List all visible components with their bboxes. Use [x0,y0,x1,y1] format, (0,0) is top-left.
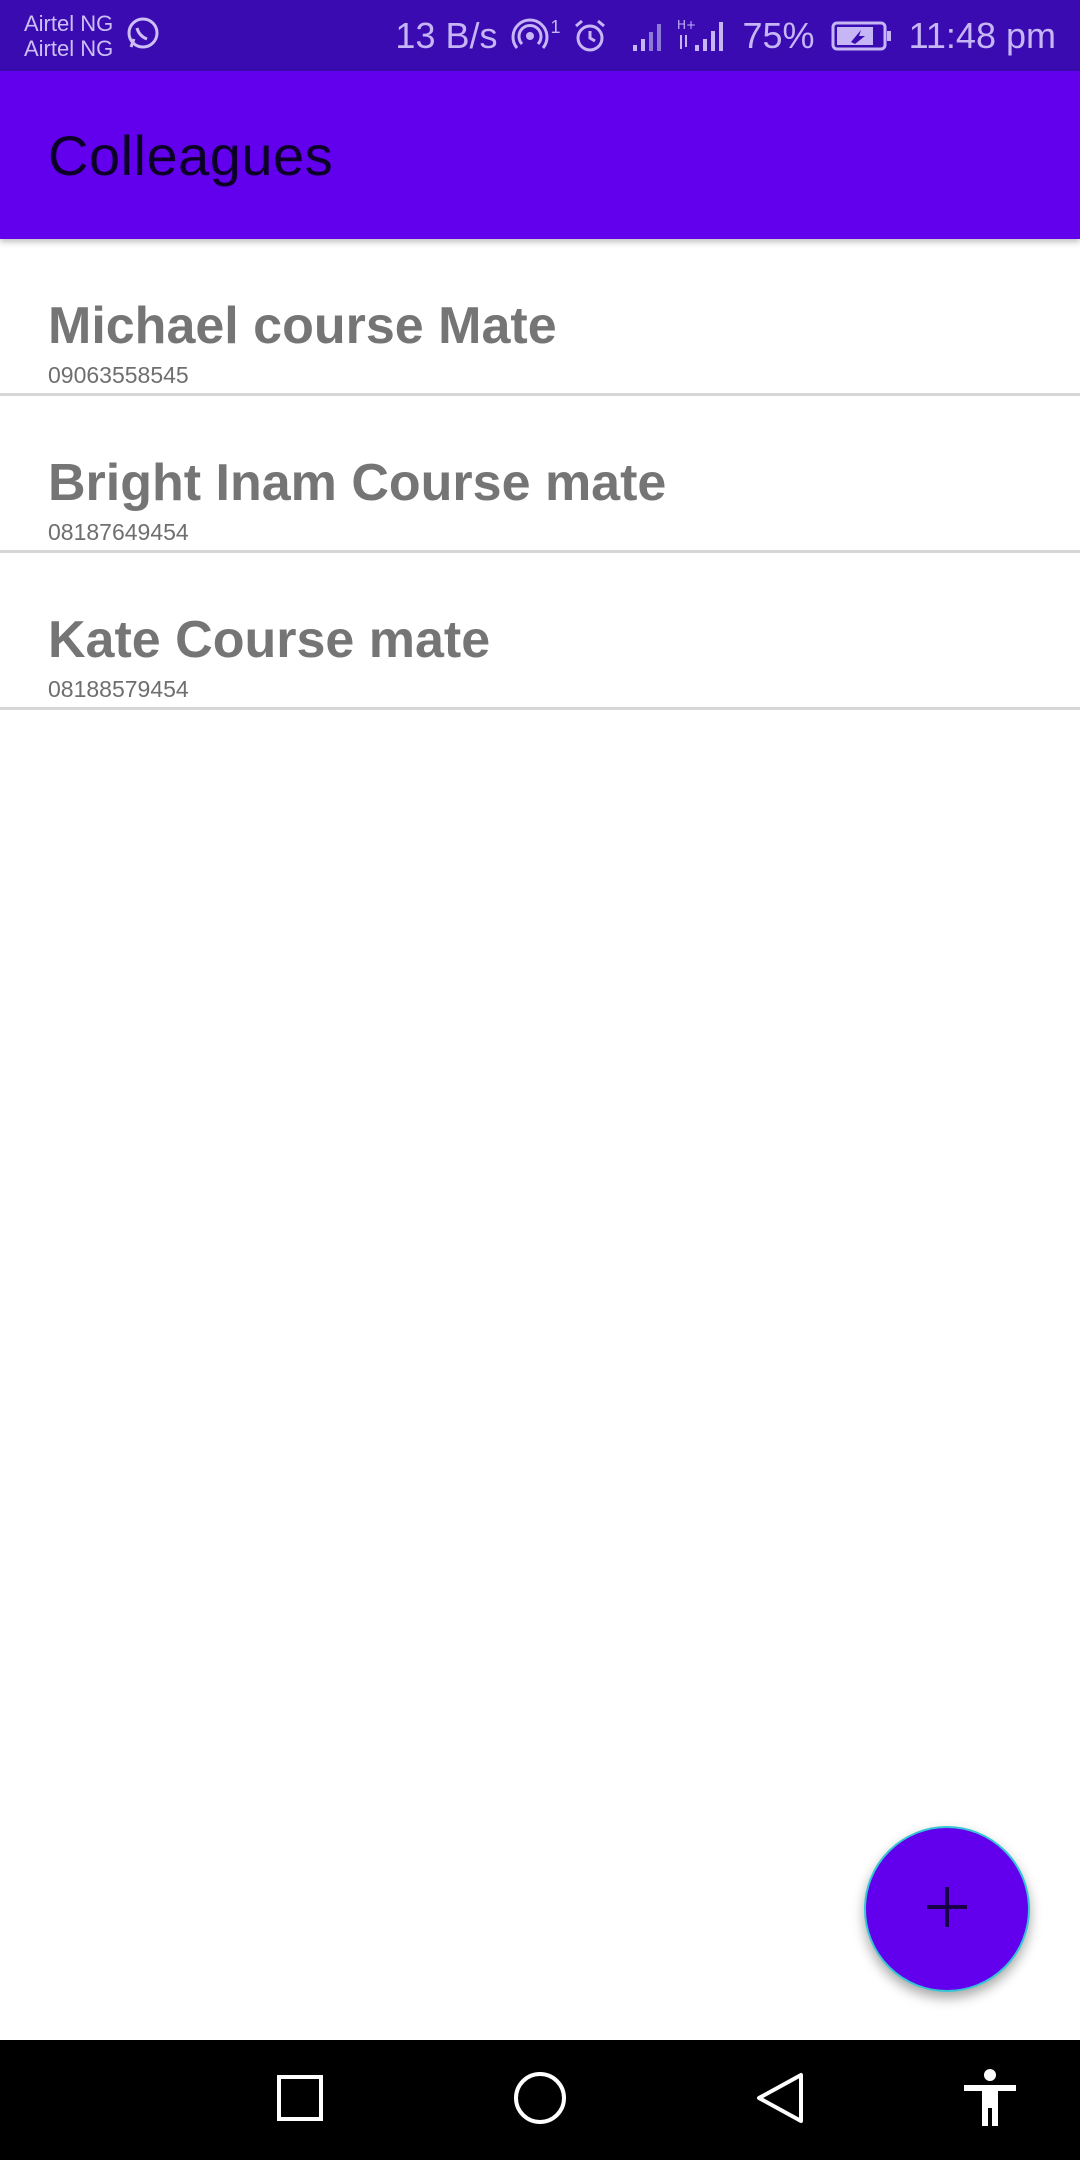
network-speed: 13 B/s [395,14,498,56]
contact-phone: 08188579454 [48,676,189,702]
contact-phone: 09063558545 [48,362,189,388]
carrier-2: Airtel NG [24,35,114,61]
system-nav-bar [0,2040,1080,2160]
carrier-labels: Airtel NG Airtel NG [24,11,113,61]
back-button[interactable] [740,2040,820,2160]
svg-text:H+: H+ [677,18,696,32]
whatsapp-icon [117,13,163,58]
back-triangle-icon [755,2072,805,2129]
app-bar: Colleagues [0,71,1080,239]
contact-list-item[interactable]: Michael course Mate 09063558545 [0,239,1080,396]
contact-phone: 08187649454 [48,519,189,545]
battery-icon [831,20,893,52]
signal-icon [631,19,667,53]
battery-percent: 75% [742,14,815,56]
alarm-icon [571,17,609,55]
contact-name: Bright Inam Course mate [48,454,667,512]
clock: 11:48 pm [908,14,1056,56]
hotspot-icon: 1 [511,16,561,55]
add-contact-fab[interactable] [864,1826,1030,1992]
contact-list: Michael course Mate 09063558545 Bright I… [0,239,1080,710]
contact-list-item[interactable]: Bright Inam Course mate 08187649454 [0,396,1080,553]
accessibility-icon [962,2068,1018,2133]
accessibility-button[interactable] [950,2040,1030,2160]
hplus-signal-icon: H+ [677,17,733,55]
contact-name: Michael course Mate [48,297,557,355]
home-circle-icon [513,2071,567,2130]
contact-list-item[interactable]: Kate Course mate 08188579454 [0,553,1080,710]
contact-name: Kate Course mate [48,611,491,669]
add-icon [923,1883,971,1936]
carrier-1: Airtel NG [24,10,114,36]
home-button[interactable] [500,2040,580,2160]
status-icons: 13 B/s 1 H+ 75% 11:48 pm [395,15,1056,57]
screen: Airtel NG Airtel NG 13 B/s 1 H+ 75% 11:4… [0,0,1080,2160]
status-bar: Airtel NG Airtel NG 13 B/s 1 H+ 75% 11:4… [0,0,1080,71]
page-title: Colleagues [48,123,334,187]
hotspot-badge: 1 [550,16,561,37]
recents-square-icon [276,2074,324,2127]
recents-button[interactable] [260,2040,340,2160]
